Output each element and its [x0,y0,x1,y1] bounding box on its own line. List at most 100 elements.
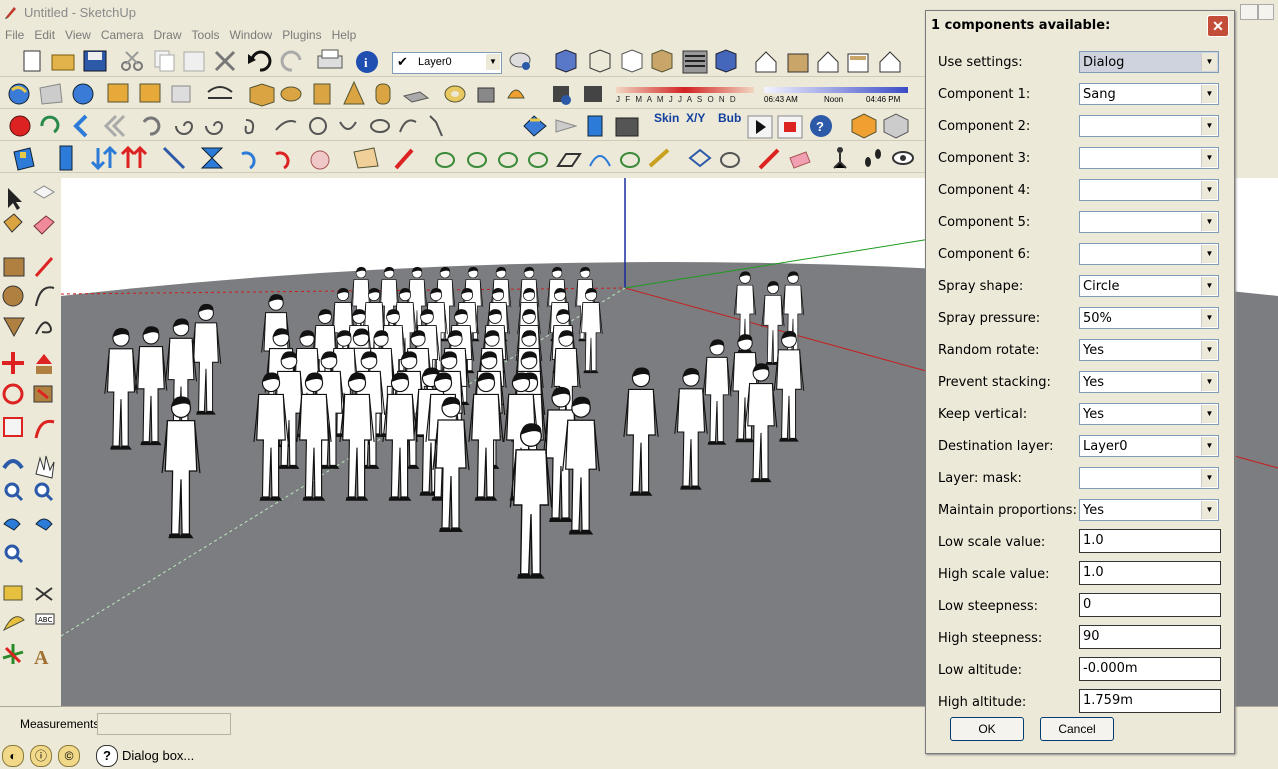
dimension-icon[interactable] [35,587,53,601]
zoom-extents-icon[interactable] [4,544,24,564]
chevron-down-icon[interactable]: ▼ [1201,405,1217,423]
cancel-button[interactable]: Cancel [1040,717,1114,741]
maximize-window-button[interactable] [1258,4,1274,20]
share-model-icon[interactable] [171,85,191,103]
wireframe-icon[interactable] [621,49,643,73]
low-steepness-input[interactable]: 0 [1079,593,1221,617]
bubble-tool-button[interactable]: Bub [718,111,741,125]
high-altitude-input[interactable]: 1.759m [1079,689,1221,713]
chevron-down-icon[interactable]: ▼ [1201,149,1217,167]
section-plane-icon[interactable] [13,147,35,171]
credits-icon[interactable]: ⓘ [30,745,52,767]
sandbox-icon[interactable] [507,89,525,99]
undo-animation-icon[interactable] [142,116,161,136]
menu-view[interactable]: View [60,26,96,42]
tape-measure-icon[interactable] [3,585,23,601]
hourglass-icon[interactable] [200,147,224,169]
zoom-icon[interactable] [4,482,24,502]
geo-location-icon[interactable]: ◐ [2,745,24,767]
house-top-icon[interactable] [879,51,901,73]
blocks-icon[interactable] [523,115,547,137]
arrow-move-icon[interactable] [555,119,578,133]
torus-icon[interactable] [444,85,466,103]
play-icon[interactable] [747,115,773,139]
look-around-icon[interactable] [892,151,914,165]
cube-gray-icon[interactable] [883,113,909,139]
menu-file[interactable]: File [0,26,29,42]
cut-icon[interactable] [121,51,143,71]
fast-back-icon[interactable] [103,114,126,138]
monochrome-icon[interactable] [715,49,737,73]
print-icon[interactable] [317,49,343,69]
move-up-icon[interactable] [120,145,148,168]
follow-me-icon[interactable] [33,385,53,403]
xray-icon[interactable] [589,49,611,73]
cylinder-icon[interactable] [280,86,302,102]
house-left-icon[interactable] [847,53,869,73]
spray-pressure-select[interactable]: 50% ▼ [1079,307,1219,329]
footprints-icon[interactable] [865,149,881,167]
high-steepness-input[interactable]: 90 [1079,625,1221,649]
layer-mask-select[interactable]: ▼ [1079,467,1219,489]
house-back-icon[interactable] [817,51,839,73]
menu-window[interactable]: Window [225,26,278,42]
chevron-down-icon[interactable]: ▼ [1201,309,1217,327]
move-icon[interactable] [2,352,24,374]
axes-icon[interactable] [2,644,24,664]
help-swirl-icon[interactable]: ? [810,115,832,137]
component-2-select[interactable]: ▼ [1079,115,1219,137]
orbit-icon[interactable] [2,459,24,470]
capsule-icon[interactable] [375,83,391,105]
chevron-down-icon[interactable]: ▼ [1201,501,1217,519]
low-scale-value-input[interactable]: 1.0 [1079,529,1221,553]
prevent-stacking-select[interactable]: Yes ▼ [1079,371,1219,393]
xy-tool-button[interactable]: X/Y [686,111,705,125]
random-rotate-select[interactable]: Yes ▼ [1079,339,1219,361]
menu-tools[interactable]: Tools [187,26,225,42]
camera-icon[interactable] [615,117,639,137]
chevron-down-icon[interactable]: ▼ [1201,437,1217,455]
chevron-down-icon[interactable]: ▼ [1201,469,1217,487]
shadows-info-icon[interactable] [553,86,571,105]
measurements-input[interactable] [97,713,231,735]
save-icon[interactable] [83,50,107,72]
layer-dropdown[interactable]: ✔ Layer0 ▼ [392,52,502,74]
zoom-window-icon[interactable] [34,482,54,502]
cube-orange-icon[interactable] [851,113,877,139]
menu-help[interactable]: Help [327,26,362,42]
eraser-icon[interactable] [33,215,55,235]
keep-vertical-select[interactable]: Yes ▼ [1079,403,1219,425]
spray-shape-select[interactable]: Circle ▼ [1079,275,1219,297]
chevron-down-icon[interactable]: ▼ [1201,277,1217,295]
license-icon[interactable]: © [58,745,80,767]
pencil-icon[interactable] [34,257,54,277]
offset-icon[interactable] [34,419,55,439]
chevron-down-icon[interactable]: ▼ [1201,341,1217,359]
maintain-proportions-select[interactable]: Yes ▼ [1079,499,1219,521]
use-settings-select[interactable]: Dialog ▼ [1079,51,1219,73]
scale-icon[interactable] [3,417,23,437]
high-scale-value-input[interactable]: 1.0 [1079,561,1221,585]
delete-icon[interactable] [214,50,236,72]
dialog-close-button[interactable]: ✕ [1207,15,1229,37]
menu-draw[interactable]: Draw [149,26,187,42]
previous-view-icon[interactable] [3,518,21,531]
cone-icon[interactable] [343,80,365,105]
plane-icon[interactable] [402,91,430,103]
face-tools-icon[interactable] [435,148,811,170]
month-slider[interactable] [616,87,754,93]
get-models-icon[interactable] [139,83,161,103]
paste-icon[interactable] [183,51,205,72]
copy-icon[interactable] [154,50,175,72]
3d-text-icon[interactable]: A [34,647,49,669]
arc-icon[interactable] [35,286,55,307]
diagonal-scale-icon[interactable] [162,146,186,170]
place-model-icon[interactable] [107,83,129,103]
spiral-tools-icon[interactable] [175,115,443,137]
text-icon[interactable]: ABC [35,613,55,625]
view-iso-icon[interactable] [555,49,577,73]
toggle-terrain-icon[interactable] [72,83,94,105]
rotate-icon[interactable] [2,383,24,405]
skin-tool-button[interactable]: Skin [654,111,679,125]
layer-manager-icon[interactable] [509,52,531,70]
